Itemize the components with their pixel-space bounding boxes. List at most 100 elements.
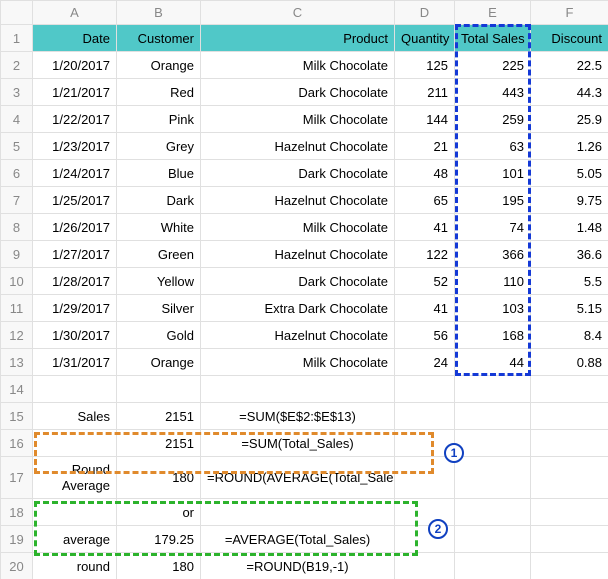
cell[interactable]: Gold bbox=[117, 322, 201, 349]
cell[interactable]: 56 bbox=[395, 322, 455, 349]
cell[interactable]: 63 bbox=[455, 133, 531, 160]
row-header[interactable]: 1 bbox=[1, 25, 33, 52]
cell[interactable] bbox=[531, 499, 608, 526]
cell[interactable] bbox=[33, 430, 117, 457]
cell[interactable] bbox=[455, 526, 531, 553]
row-header[interactable]: 19 bbox=[1, 526, 33, 553]
row-header[interactable]: 15 bbox=[1, 403, 33, 430]
cell[interactable] bbox=[395, 526, 455, 553]
row-header[interactable]: 2 bbox=[1, 52, 33, 79]
cell[interactable]: Silver bbox=[117, 295, 201, 322]
cell[interactable] bbox=[201, 499, 395, 526]
row-header[interactable]: 16 bbox=[1, 430, 33, 457]
cell[interactable]: Blue bbox=[117, 160, 201, 187]
corner-cell[interactable] bbox=[1, 1, 33, 25]
cell[interactable]: 195 bbox=[455, 187, 531, 214]
cell[interactable] bbox=[395, 430, 455, 457]
cell[interactable]: 36.6 bbox=[531, 241, 608, 268]
cell-round-formula[interactable]: =ROUND(B19,-1) bbox=[201, 553, 395, 579]
cell-round-avg-formula[interactable]: =ROUND(AVERAGE(Total_Sales),-1) bbox=[201, 457, 395, 499]
cell[interactable] bbox=[117, 376, 201, 403]
cell-round-avg-label[interactable]: Round Average bbox=[33, 457, 117, 499]
col-header-F[interactable]: F bbox=[531, 1, 608, 25]
cell-sales-label[interactable]: Sales bbox=[33, 403, 117, 430]
cell[interactable]: 21 bbox=[395, 133, 455, 160]
cell[interactable]: Hazelnut Chocolate bbox=[201, 133, 395, 160]
cell-sum-formula-1[interactable]: =SUM($E$2:$E$13) bbox=[201, 403, 395, 430]
cell[interactable]: 443 bbox=[455, 79, 531, 106]
cell[interactable] bbox=[395, 403, 455, 430]
cell[interactable]: 1/31/2017 bbox=[33, 349, 117, 376]
cell[interactable]: Yellow bbox=[117, 268, 201, 295]
row-header[interactable]: 6 bbox=[1, 160, 33, 187]
cell[interactable]: Milk Chocolate bbox=[201, 214, 395, 241]
cell[interactable]: 1/30/2017 bbox=[33, 322, 117, 349]
cell[interactable]: 103 bbox=[455, 295, 531, 322]
cell[interactable]: 1.26 bbox=[531, 133, 608, 160]
cell[interactable]: 366 bbox=[455, 241, 531, 268]
cell[interactable]: 22.5 bbox=[531, 52, 608, 79]
cell-sum-formula-2[interactable]: =SUM(Total_Sales) bbox=[201, 430, 395, 457]
cell[interactable]: 9.75 bbox=[531, 187, 608, 214]
cell-F1[interactable]: Discount bbox=[531, 25, 608, 52]
row-header[interactable]: 10 bbox=[1, 268, 33, 295]
cell[interactable]: 44.3 bbox=[531, 79, 608, 106]
cell[interactable]: 5.15 bbox=[531, 295, 608, 322]
cell[interactable]: 0.88 bbox=[531, 349, 608, 376]
col-header-D[interactable]: D bbox=[395, 1, 455, 25]
cell[interactable] bbox=[531, 457, 608, 499]
cell[interactable]: 1.48 bbox=[531, 214, 608, 241]
cell[interactable] bbox=[455, 553, 531, 579]
col-header-E[interactable]: E bbox=[455, 1, 531, 25]
cell[interactable]: 122 bbox=[395, 241, 455, 268]
cell[interactable]: 1/25/2017 bbox=[33, 187, 117, 214]
cell[interactable]: Milk Chocolate bbox=[201, 349, 395, 376]
cell[interactable]: 1/28/2017 bbox=[33, 268, 117, 295]
col-header-B[interactable]: B bbox=[117, 1, 201, 25]
cell[interactable]: Hazelnut Chocolate bbox=[201, 187, 395, 214]
cell[interactable] bbox=[33, 376, 117, 403]
cell[interactable]: 41 bbox=[395, 214, 455, 241]
cell[interactable] bbox=[531, 526, 608, 553]
cell[interactable]: 48 bbox=[395, 160, 455, 187]
cell[interactable] bbox=[531, 403, 608, 430]
row-header[interactable]: 11 bbox=[1, 295, 33, 322]
cell[interactable]: 1/23/2017 bbox=[33, 133, 117, 160]
row-header[interactable]: 17 bbox=[1, 457, 33, 499]
cell[interactable]: 74 bbox=[455, 214, 531, 241]
cell[interactable]: Orange bbox=[117, 349, 201, 376]
cell[interactable]: 144 bbox=[395, 106, 455, 133]
cell[interactable]: Hazelnut Chocolate bbox=[201, 241, 395, 268]
cell[interactable]: 5.5 bbox=[531, 268, 608, 295]
cell-average-label[interactable]: average bbox=[33, 526, 117, 553]
row-header[interactable]: 9 bbox=[1, 241, 33, 268]
cell[interactable]: 1/20/2017 bbox=[33, 52, 117, 79]
cell[interactable]: 259 bbox=[455, 106, 531, 133]
row-header[interactable]: 5 bbox=[1, 133, 33, 160]
grid-table[interactable]: A B C D E F 1 Date Customer Product Quan… bbox=[0, 0, 608, 579]
col-header-A[interactable]: A bbox=[33, 1, 117, 25]
cell[interactable]: 41 bbox=[395, 295, 455, 322]
cell[interactable]: 1/22/2017 bbox=[33, 106, 117, 133]
cell[interactable]: Milk Chocolate bbox=[201, 106, 395, 133]
cell[interactable]: 65 bbox=[395, 187, 455, 214]
cell[interactable] bbox=[531, 376, 608, 403]
cell[interactable]: Red bbox=[117, 79, 201, 106]
cell[interactable]: Orange bbox=[117, 52, 201, 79]
cell[interactable]: Pink bbox=[117, 106, 201, 133]
cell[interactable]: Dark Chocolate bbox=[201, 79, 395, 106]
cell[interactable]: 168 bbox=[455, 322, 531, 349]
cell[interactable]: 125 bbox=[395, 52, 455, 79]
row-header[interactable]: 8 bbox=[1, 214, 33, 241]
cell[interactable]: 44 bbox=[455, 349, 531, 376]
cell[interactable] bbox=[395, 457, 455, 499]
row-header[interactable]: 7 bbox=[1, 187, 33, 214]
cell-or-label[interactable]: or bbox=[117, 499, 201, 526]
cell[interactable] bbox=[455, 457, 531, 499]
cell[interactable]: 1/27/2017 bbox=[33, 241, 117, 268]
cell[interactable] bbox=[455, 403, 531, 430]
cell[interactable]: 101 bbox=[455, 160, 531, 187]
cell[interactable]: 1/21/2017 bbox=[33, 79, 117, 106]
row-header[interactable]: 13 bbox=[1, 349, 33, 376]
cell[interactable]: Extra Dark Chocolate bbox=[201, 295, 395, 322]
